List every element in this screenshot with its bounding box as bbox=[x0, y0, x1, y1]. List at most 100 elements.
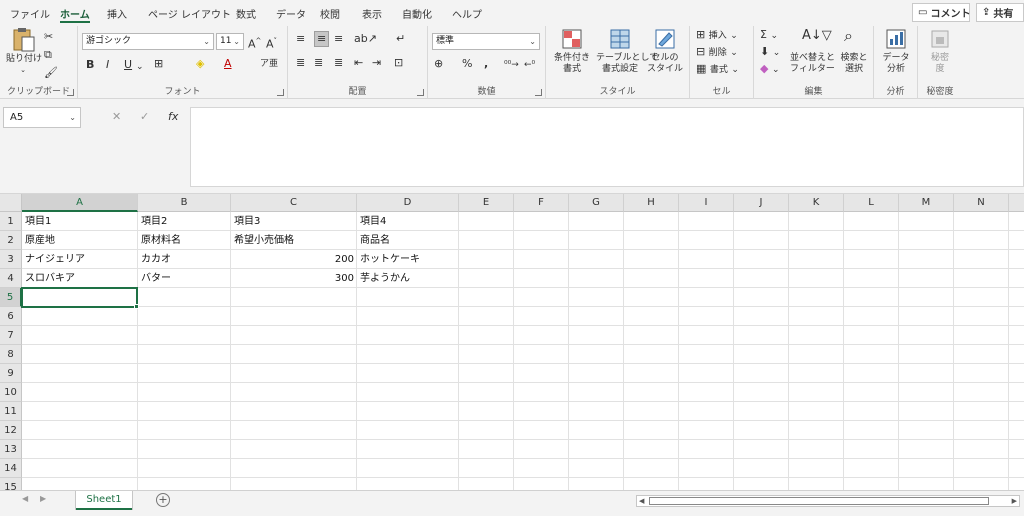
tab-formulas[interactable]: 数式 bbox=[236, 6, 256, 21]
add-sheet-button[interactable]: + bbox=[156, 493, 170, 507]
column-header-a[interactable]: A bbox=[22, 194, 138, 212]
cell-a3[interactable]: ナイジェリア bbox=[22, 250, 138, 269]
tab-page-layout[interactable]: ページ レイアウト bbox=[148, 6, 231, 21]
cell-d2[interactable]: 商品名 bbox=[357, 231, 459, 250]
row-header-8[interactable]: 8 bbox=[0, 345, 22, 364]
tab-view[interactable]: 表示 bbox=[362, 6, 382, 21]
row-header-4[interactable]: 4 bbox=[0, 269, 22, 288]
cut-icon[interactable]: ✂ bbox=[44, 30, 53, 44]
cell-c3[interactable]: 200 bbox=[231, 250, 357, 269]
conditional-formatting-button[interactable]: 条件付き 書式 bbox=[550, 29, 594, 79]
format-painter-icon[interactable]: 🖌 bbox=[44, 66, 58, 80]
column-header-m[interactable]: M bbox=[899, 194, 954, 212]
fill-handle[interactable] bbox=[134, 304, 139, 309]
font-color-icon[interactable]: A bbox=[224, 57, 232, 71]
row-header-1[interactable]: 1 bbox=[0, 212, 22, 231]
row-header-12[interactable]: 12 bbox=[0, 421, 22, 440]
tab-data[interactable]: データ bbox=[276, 6, 306, 21]
align-middle-icon[interactable]: ≡ bbox=[314, 31, 330, 47]
tab-home[interactable]: ホーム bbox=[60, 6, 90, 23]
cell-d1[interactable]: 項目4 bbox=[357, 212, 459, 231]
scroll-left-icon[interactable]: ◀ bbox=[639, 496, 644, 506]
bold-button[interactable]: B bbox=[86, 58, 94, 72]
column-header-f[interactable]: F bbox=[514, 194, 569, 212]
row-header-2[interactable]: 2 bbox=[0, 231, 22, 250]
horizontal-scrollbar[interactable]: ◀ ▶ bbox=[636, 495, 1020, 507]
row-header-7[interactable]: 7 bbox=[0, 326, 22, 345]
cell-b3[interactable]: カカオ bbox=[138, 250, 231, 269]
tab-review[interactable]: 校閲 bbox=[320, 6, 340, 21]
copy-icon[interactable]: ⧉ bbox=[44, 48, 52, 62]
row-header-3[interactable]: 3 bbox=[0, 250, 22, 269]
phonetic-icon[interactable]: ア亜 bbox=[260, 57, 278, 71]
column-header-n[interactable]: N bbox=[954, 194, 1009, 212]
scrollbar-thumb[interactable] bbox=[649, 497, 989, 505]
italic-button[interactable]: I bbox=[106, 58, 109, 72]
column-header-l[interactable]: L bbox=[844, 194, 899, 212]
font-launcher-icon[interactable] bbox=[277, 89, 284, 96]
number-format-select[interactable]: 標準 ⌄ bbox=[432, 33, 540, 50]
align-right-icon[interactable]: ≣ bbox=[334, 56, 343, 70]
find-select-button[interactable]: ⌕ 検索と 選択 bbox=[836, 28, 872, 79]
align-bottom-icon[interactable]: ≡ bbox=[334, 32, 343, 46]
sensitivity-button[interactable]: 秘密 度 bbox=[920, 29, 960, 79]
cell-a4[interactable]: スロバキア bbox=[22, 269, 138, 288]
cell-c1[interactable]: 項目3 bbox=[231, 212, 357, 231]
cell-styles-button[interactable]: セルの スタイル bbox=[644, 29, 686, 79]
comment-button[interactable]: ▭ コメント bbox=[912, 3, 970, 22]
tab-help[interactable]: ヘルプ bbox=[452, 6, 482, 21]
number-launcher-icon[interactable] bbox=[535, 89, 542, 96]
cell-a2[interactable]: 原産地 bbox=[22, 231, 138, 250]
cell-b2[interactable]: 原材料名 bbox=[138, 231, 231, 250]
row-header-6[interactable]: 6 bbox=[0, 307, 22, 326]
font-shrink-icon[interactable]: A˅ bbox=[266, 34, 277, 52]
cell-d4[interactable]: 芋ようかん bbox=[357, 269, 459, 288]
tab-insert[interactable]: 挿入 bbox=[107, 6, 127, 21]
row-header-10[interactable]: 10 bbox=[0, 383, 22, 402]
sheet-tab-sheet1[interactable]: Sheet1 bbox=[76, 491, 132, 510]
row-header-5[interactable]: 5 bbox=[0, 288, 22, 307]
column-header-j[interactable]: J bbox=[734, 194, 789, 212]
active-cell-a5[interactable] bbox=[21, 287, 138, 308]
decrease-decimal-icon[interactable]: ←⁰ bbox=[524, 58, 535, 72]
format-cells-button[interactable]: ▦ 書式 ⌄ bbox=[696, 62, 739, 77]
enter-icon[interactable]: ✓ bbox=[140, 110, 149, 123]
comma-button[interactable]: , bbox=[484, 57, 488, 71]
clear-icon[interactable]: ◆ ⌄ bbox=[760, 62, 780, 77]
font-grow-icon[interactable]: A^ bbox=[248, 34, 261, 52]
column-header-c[interactable]: C bbox=[231, 194, 357, 212]
column-header-k[interactable]: K bbox=[789, 194, 844, 212]
wrap-text-icon[interactable]: ↵ bbox=[396, 32, 405, 46]
align-left-icon[interactable]: ≣ bbox=[296, 56, 305, 70]
cell-b4[interactable]: バター bbox=[138, 269, 231, 288]
increase-decimal-icon[interactable]: ⁰⁰→ bbox=[504, 58, 519, 72]
percent-button[interactable]: % bbox=[462, 57, 472, 71]
font-size-select[interactable]: 11 ⌄ bbox=[216, 33, 244, 50]
next-sheet-icon[interactable]: ▶ bbox=[40, 494, 46, 503]
border-icon[interactable]: ⊞ bbox=[154, 57, 163, 71]
cell-a1[interactable]: 項目1 bbox=[22, 212, 138, 231]
name-box[interactable]: A5 ⌄ bbox=[3, 107, 81, 128]
paste-button[interactable]: 貼り付け ⌄ bbox=[6, 28, 42, 74]
cell-b1[interactable]: 項目2 bbox=[138, 212, 231, 231]
font-name-select[interactable]: 游ゴシック ⌄ bbox=[82, 33, 214, 50]
row-header-9[interactable]: 9 bbox=[0, 364, 22, 383]
cell-c4[interactable]: 300 bbox=[231, 269, 357, 288]
scroll-right-icon[interactable]: ▶ bbox=[1012, 496, 1017, 506]
autosum-button[interactable]: Σ ⌄ bbox=[760, 28, 778, 43]
align-center-icon[interactable]: ≣ bbox=[314, 56, 323, 70]
sort-filter-button[interactable]: A↓▽ 並べ替えと フィルター bbox=[790, 29, 835, 79]
row-header-13[interactable]: 13 bbox=[0, 440, 22, 459]
formula-input[interactable] bbox=[190, 107, 1024, 187]
cell-d3[interactable]: ホットケーキ bbox=[357, 250, 459, 269]
fill-icon[interactable]: ⬇ ⌄ bbox=[760, 45, 780, 60]
merge-center-icon[interactable]: ⊡ bbox=[394, 56, 403, 70]
row-header-15[interactable]: 15 bbox=[0, 478, 22, 490]
orientation-icon[interactable]: ab↗ bbox=[354, 32, 377, 46]
share-button[interactable]: ⇪ 共有 bbox=[976, 3, 1024, 22]
delete-cells-button[interactable]: ⊟ 削除 ⌄ bbox=[696, 45, 738, 60]
currency-icon[interactable]: ⊕ bbox=[434, 57, 443, 71]
tab-file[interactable]: ファイル bbox=[10, 6, 50, 21]
fill-color-icon[interactable]: ◈ bbox=[196, 57, 204, 71]
column-header-g[interactable]: G bbox=[569, 194, 624, 212]
